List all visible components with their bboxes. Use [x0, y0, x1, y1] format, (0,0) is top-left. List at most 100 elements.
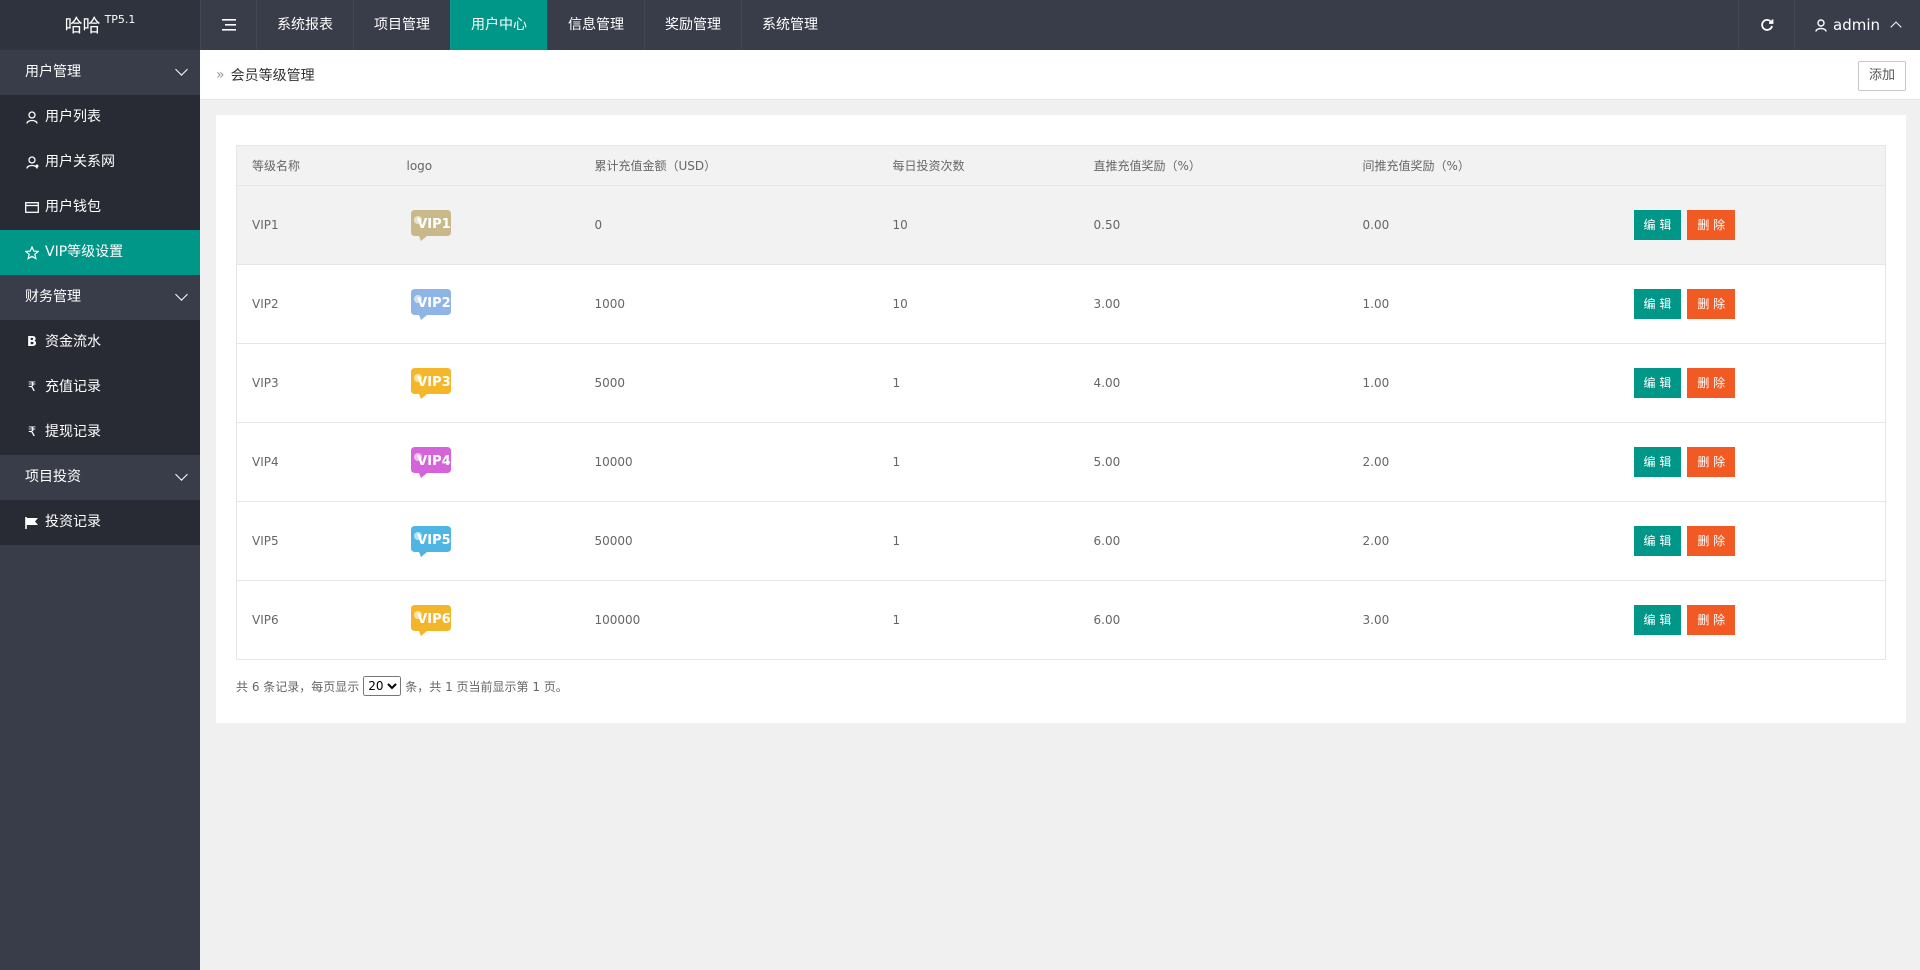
cell-direct-reward: 4.00 [1078, 343, 1348, 423]
sidebar-group-user-management[interactable]: 用户管理 [0, 50, 200, 95]
cell-direct-reward: 3.00 [1078, 264, 1348, 344]
table-row: VIP5 VIP5 50000 1 6.00 2.00 编 辑删 除 [236, 501, 1886, 581]
column-header-daily-investments: 每日投资次数 [877, 145, 1079, 186]
edit-button[interactable]: 编 辑 [1633, 210, 1682, 240]
level-name: VIP2 [252, 297, 279, 311]
cell-total-recharge: 1000 [579, 264, 878, 344]
cell-logo: VIP1 [391, 185, 580, 265]
daily-investments: 1 [892, 534, 901, 548]
column-header-direct-reward: 直推充值奖励（%） [1078, 145, 1348, 186]
sidebar-item-withdraw-records[interactable]: ₹ 提现记录 [0, 410, 200, 455]
sidebar-item-vip-level-settings[interactable]: VIP等级设置 [0, 230, 200, 275]
cell-actions: 编 辑删 除 [1618, 185, 1886, 265]
cell-daily-investments: 10 [877, 185, 1079, 265]
top-nav: 系统报表 项目管理 用户中心 信息管理 奖励管理 系统管理 [200, 0, 838, 50]
refresh-icon [1760, 19, 1773, 31]
refresh-button[interactable] [1738, 0, 1794, 50]
app-logo[interactable]: 哈哈 TP5.1 [0, 0, 200, 50]
sidebar-item-recharge-records[interactable]: ₹ 充值记录 [0, 365, 200, 410]
cell-daily-investments: 1 [877, 501, 1079, 581]
cell-level-name: VIP4 [236, 422, 392, 502]
menu-toggle-button[interactable] [200, 0, 256, 50]
total-recharge: 100000 [594, 613, 641, 627]
nav-reward-management[interactable]: 奖励管理 [644, 0, 741, 50]
username: admin [1833, 16, 1880, 34]
vip-badge-icon: VIP1 [410, 209, 451, 241]
double-chevron-right-icon: » [216, 66, 225, 83]
vip-badge-icon: VIP5 [410, 525, 451, 557]
sidebar-item-label: 提现记录 [45, 424, 101, 440]
sidebar-item-fund-flow[interactable]: B 资金流水 [0, 320, 200, 365]
sidebar-item-label: VIP等级设置 [45, 244, 124, 260]
column-header-logo: logo [391, 145, 580, 186]
column-header-level-name: 等级名称 [236, 145, 392, 186]
nav-user-center[interactable]: 用户中心 [450, 0, 547, 50]
nav-system-management[interactable]: 系统管理 [741, 0, 838, 50]
vip-badge-icon: VIP2 [410, 288, 451, 320]
logo-text: 哈哈 [64, 16, 101, 37]
cell-level-name: VIP6 [236, 580, 392, 660]
bitcoin-icon: B [27, 335, 37, 350]
breadcrumb: » 会员等级管理 添加 [200, 50, 1920, 100]
edit-button[interactable]: 编 辑 [1633, 368, 1682, 398]
delete-button[interactable]: 删 除 [1687, 447, 1736, 477]
direct-reward: 4.00 [1093, 376, 1121, 390]
sidebar-item-user-network[interactable]: 用户关系网 [0, 140, 200, 185]
cell-total-recharge: 100000 [579, 580, 878, 660]
cell-direct-reward: 5.00 [1078, 422, 1348, 502]
cell-daily-investments: 1 [877, 343, 1079, 423]
user-menu[interactable]: admin [1794, 0, 1920, 50]
menu-icon [221, 19, 236, 31]
add-button[interactable]: 添加 [1857, 61, 1906, 91]
pagination: 共 6 条记录，每页显示 20 条，共 1 页当前显示第 1 页。 [236, 676, 568, 696]
delete-button[interactable]: 删 除 [1687, 605, 1736, 635]
svg-text:VIP5: VIP5 [417, 533, 450, 548]
vip-badge-icon: VIP3 [410, 367, 451, 399]
star-icon [25, 245, 39, 260]
sidebar-group-project-investment[interactable]: 项目投资 [0, 455, 200, 500]
daily-investments: 10 [892, 297, 908, 311]
level-name: VIP5 [252, 534, 279, 548]
sidebar-item-user-wallet[interactable]: 用户钱包 [0, 185, 200, 230]
nav-system-report[interactable]: 系统报表 [256, 0, 353, 50]
cell-direct-reward: 6.00 [1078, 580, 1348, 660]
cell-daily-investments: 1 [877, 580, 1079, 660]
nav-info-management[interactable]: 信息管理 [547, 0, 644, 50]
sidebar-group-finance-management[interactable]: 财务管理 [0, 275, 200, 320]
rupee-icon: ₹ [27, 425, 37, 440]
cell-daily-investments: 10 [877, 264, 1079, 344]
vip-badge-icon: VIP4 [410, 446, 451, 478]
nav-project-management[interactable]: 项目管理 [353, 0, 450, 50]
sidebar-item-label: 用户列表 [45, 109, 101, 125]
sidebar-item-user-list[interactable]: 用户列表 [0, 95, 200, 140]
delete-button[interactable]: 删 除 [1687, 526, 1736, 556]
edit-button[interactable]: 编 辑 [1633, 526, 1682, 556]
chevron-up-icon [1890, 21, 1902, 33]
daily-investments: 1 [892, 613, 901, 627]
sidebar-item-investment-records[interactable]: 投资记录 [0, 500, 200, 545]
cell-actions: 编 辑删 除 [1618, 264, 1886, 344]
indirect-reward: 3.00 [1362, 613, 1390, 627]
wallet-icon [25, 202, 39, 213]
top-header: 哈哈 TP5.1 系统报表 项目管理 用户中心 信息管理 奖励管理 系统管理 ad… [0, 0, 1920, 50]
direct-reward: 5.00 [1093, 455, 1121, 469]
delete-button[interactable]: 删 除 [1687, 289, 1736, 319]
delete-button[interactable]: 删 除 [1687, 210, 1736, 240]
per-page-select[interactable]: 20 [363, 676, 402, 696]
table-row: VIP6 VIP6 100000 1 6.00 3.00 编 辑删 除 [236, 580, 1886, 660]
sidebar-item-label: 用户关系网 [45, 154, 115, 170]
cell-total-recharge: 0 [579, 185, 878, 265]
edit-button[interactable]: 编 辑 [1633, 605, 1682, 635]
header-right: admin [1738, 0, 1920, 50]
level-name: VIP4 [252, 455, 279, 469]
logo-version: TP5.1 [104, 12, 136, 26]
delete-button[interactable]: 删 除 [1687, 368, 1736, 398]
cell-indirect-reward: 2.00 [1347, 501, 1619, 581]
indirect-reward: 1.00 [1362, 297, 1390, 311]
indirect-reward: 1.00 [1362, 376, 1390, 390]
cell-indirect-reward: 1.00 [1347, 264, 1619, 344]
sidebar-group-label: 财务管理 [25, 289, 81, 305]
edit-button[interactable]: 编 辑 [1633, 447, 1682, 477]
svg-text:VIP6: VIP6 [417, 612, 450, 627]
edit-button[interactable]: 编 辑 [1633, 289, 1682, 319]
